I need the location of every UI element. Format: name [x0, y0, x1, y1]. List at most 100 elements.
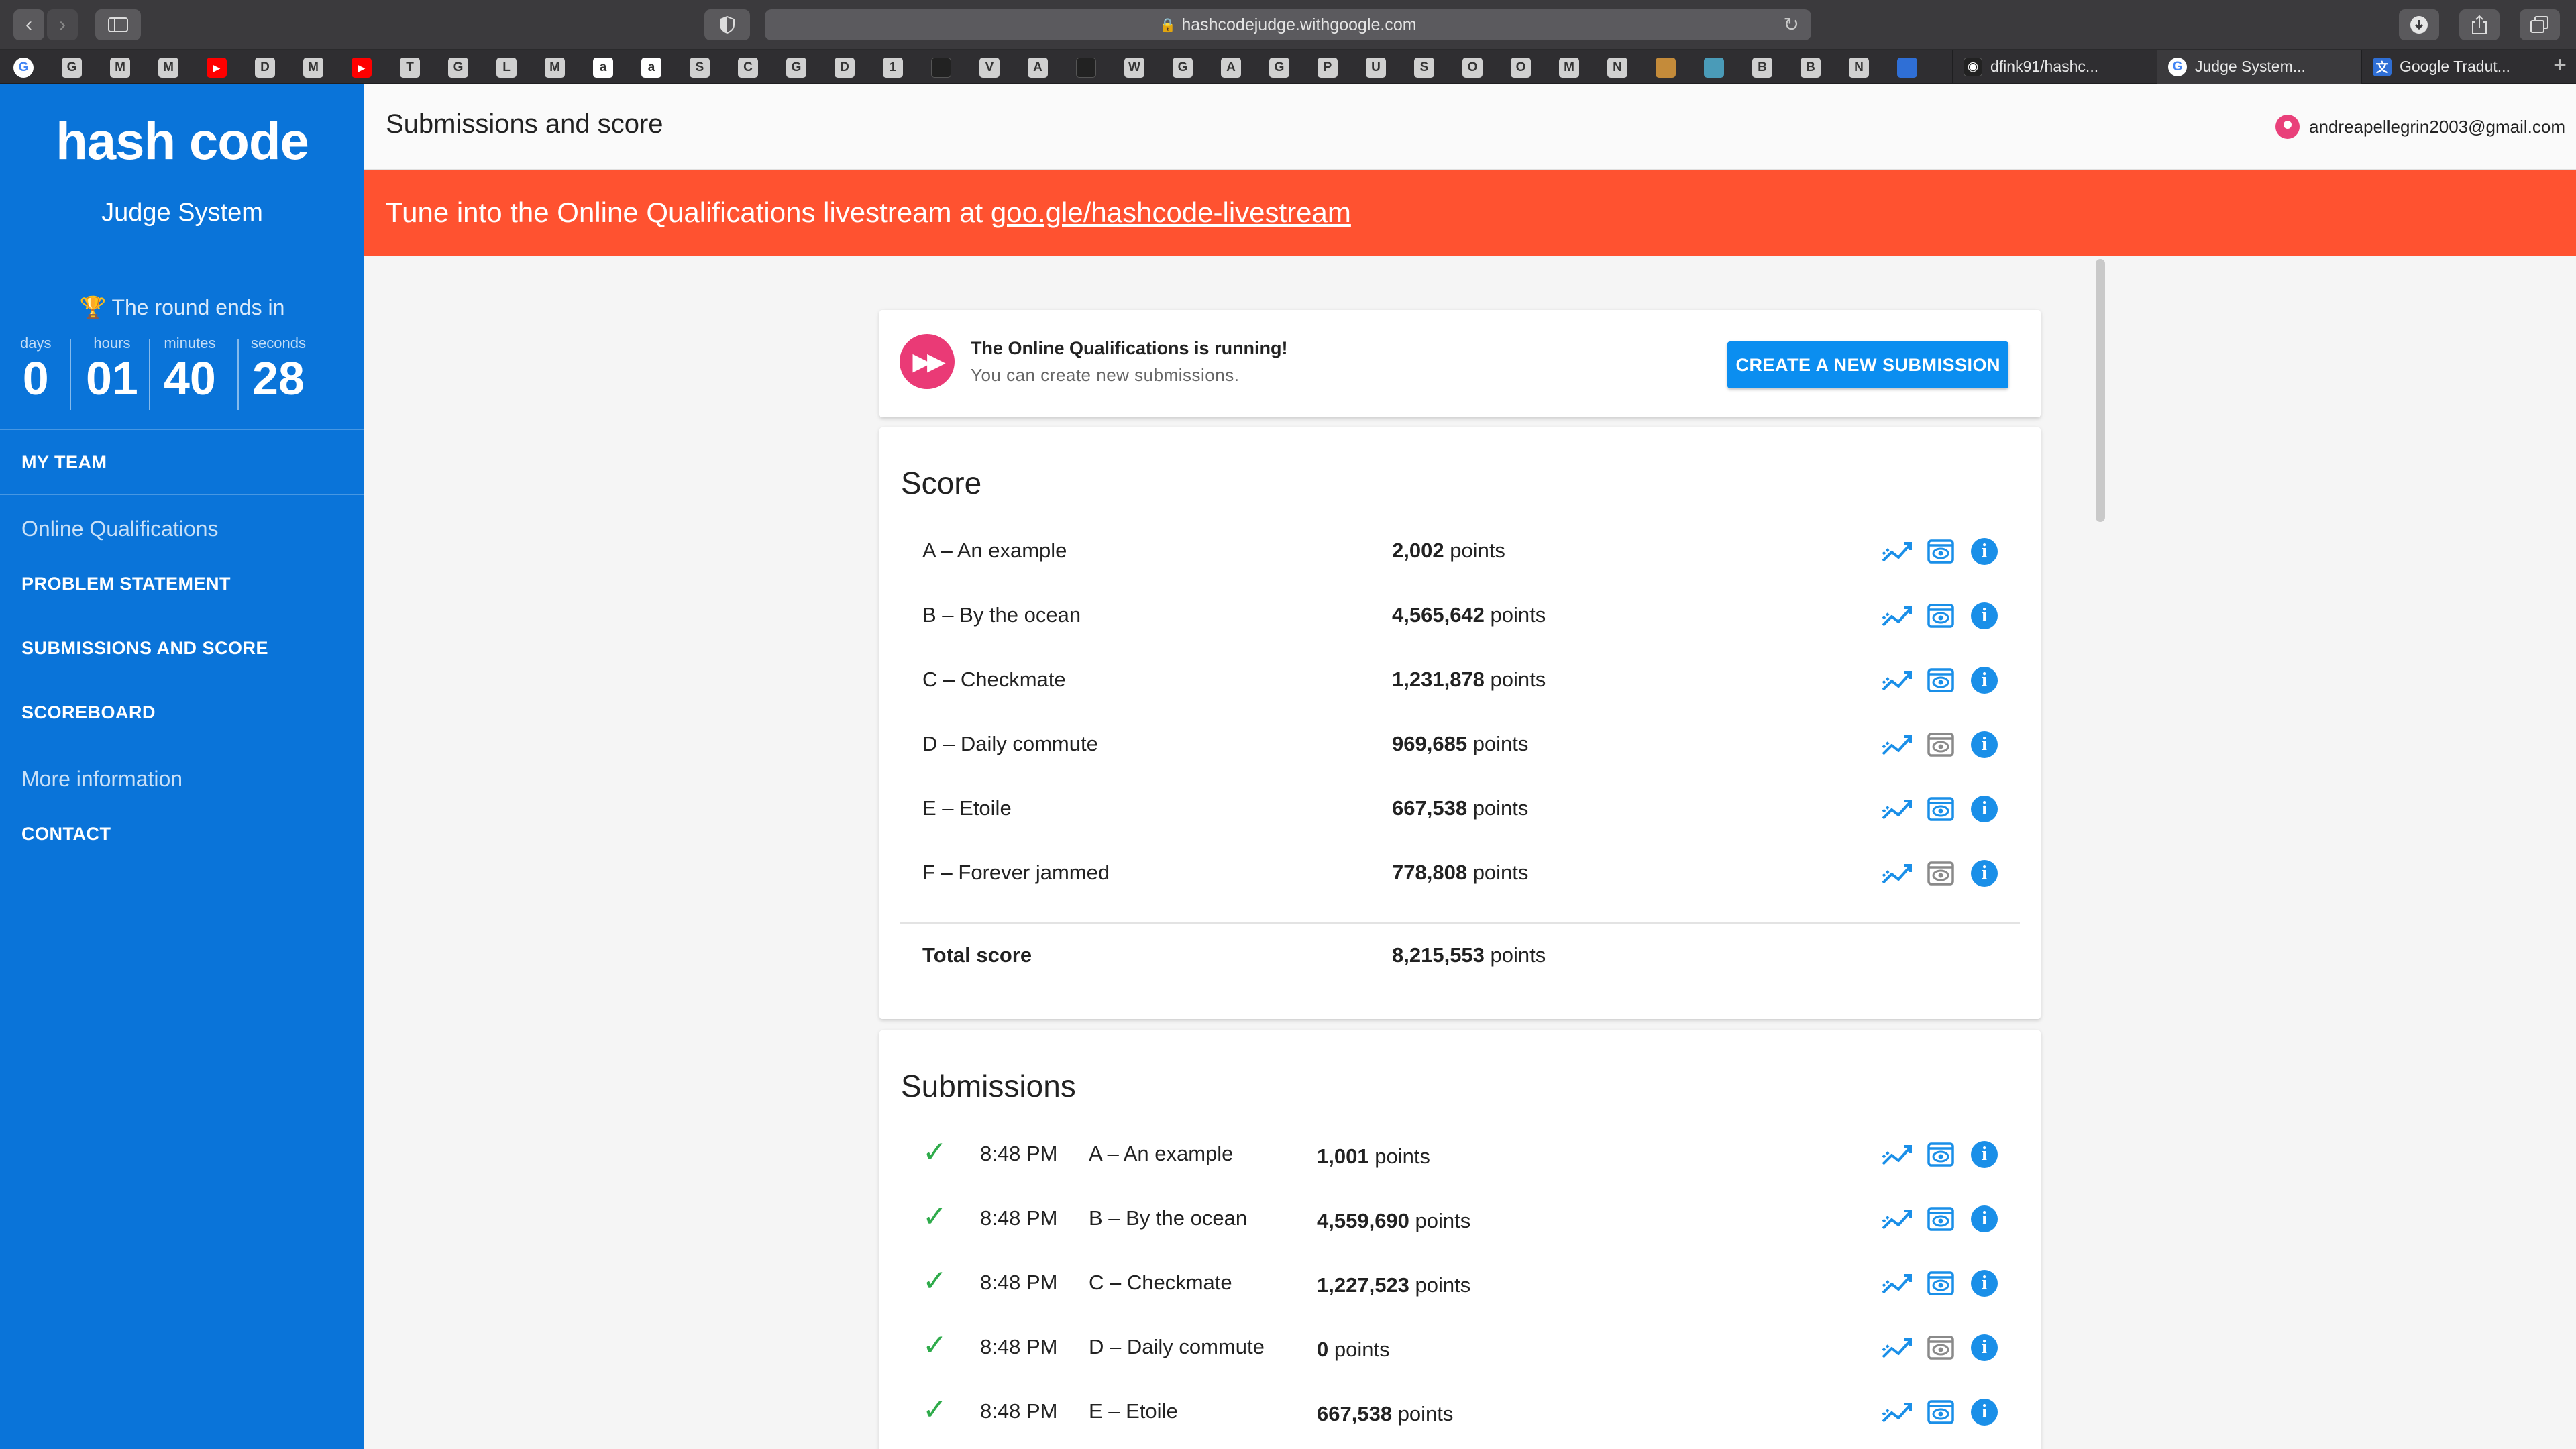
bookmark-icon[interactable]: N — [1849, 58, 1869, 78]
chart-trend-icon[interactable] — [1880, 1139, 1913, 1170]
bookmark-icon[interactable]: S — [1414, 58, 1434, 78]
scrollbar[interactable] — [2096, 259, 2105, 522]
bookmark-icon[interactable]: M — [545, 58, 565, 78]
bookmark-icon[interactable]: B — [1752, 58, 1772, 78]
bookmark-icon[interactable]: L — [496, 58, 517, 78]
chart-trend-icon[interactable] — [1880, 1203, 1913, 1234]
chart-trend-icon[interactable] — [1880, 600, 1913, 631]
bookmark-icon[interactable]: P — [1318, 58, 1338, 78]
bookmark-icon[interactable]: D — [835, 58, 855, 78]
chart-trend-icon[interactable] — [1880, 665, 1913, 696]
bookmark-icon[interactable]: a — [641, 58, 661, 78]
livestream-link[interactable]: goo.gle/hashcode-livestream — [991, 197, 1351, 228]
info-icon[interactable]: i — [1971, 1270, 1998, 1297]
github-icon: ◉ — [1964, 57, 1982, 76]
sidebar-item-my-team[interactable]: MY TEAM — [0, 430, 364, 494]
bookmark-icon[interactable]: G — [1269, 58, 1289, 78]
bookmark-icon[interactable]: a — [593, 58, 613, 78]
sidebar-item-submissions-and-score[interactable]: SUBMISSIONS AND SCORE — [0, 616, 364, 680]
info-icon[interactable]: i — [1971, 731, 1998, 758]
submission-time: 8:48 PM — [980, 1142, 1058, 1165]
info-icon[interactable]: i — [1971, 667, 1998, 694]
new-tab-button[interactable]: + — [2553, 52, 2567, 78]
bookmark-icon[interactable]: M — [158, 58, 178, 78]
tab-github[interactable]: ◉ dfink91/hashc... — [1952, 50, 2157, 84]
bookmark-icon[interactable]: G — [448, 58, 468, 78]
chart-trend-icon[interactable] — [1880, 1268, 1913, 1299]
chart-trend-icon[interactable] — [1880, 729, 1913, 760]
reload-icon[interactable]: ↻ — [1784, 13, 1799, 36]
view-source-icon[interactable] — [1924, 536, 1957, 567]
info-icon[interactable]: i — [1971, 860, 1998, 887]
bookmark-icon[interactable]: C — [738, 58, 758, 78]
bookmark-icon[interactable]: O — [1462, 58, 1483, 78]
info-icon[interactable]: i — [1971, 538, 1998, 565]
back-button[interactable]: ‹ — [13, 9, 44, 40]
sidebar-item-contact[interactable]: CONTACT — [0, 802, 364, 866]
chart-trend-icon[interactable] — [1880, 794, 1913, 824]
privacy-report-button[interactable] — [704, 9, 750, 40]
user-account[interactable]: andreapellegrin2003@gmail.com — [2275, 115, 2565, 139]
bookmark-icon[interactable]: W — [1124, 58, 1144, 78]
bookmark-icon[interactable]: O — [1511, 58, 1531, 78]
bookmark-icon[interactable]: 1 — [883, 58, 903, 78]
bookmark-icon[interactable]: M — [1559, 58, 1579, 78]
info-icon[interactable]: i — [1971, 1399, 1998, 1426]
sidebar-toggle-button[interactable] — [95, 9, 141, 40]
check-icon: ✓ — [922, 1329, 947, 1362]
sidebar-item-scoreboard[interactable]: SCOREBOARD — [0, 680, 364, 745]
bookmark-icon[interactable]: M — [303, 58, 323, 78]
bookmark-icon[interactable]: G — [62, 58, 82, 78]
view-source-icon[interactable] — [1924, 1332, 1957, 1363]
bookmark-icon[interactable]: A — [1221, 58, 1241, 78]
bookmark-icon[interactable]: U — [1366, 58, 1386, 78]
info-icon[interactable]: i — [1971, 1205, 1998, 1232]
bookmark-icon[interactable] — [1897, 58, 1917, 78]
hash-code-logo[interactable]: hash code — [56, 111, 309, 172]
bookmark-icon[interactable] — [1076, 58, 1096, 78]
info-icon[interactable]: i — [1971, 796, 1998, 822]
chart-trend-icon[interactable] — [1880, 1397, 1913, 1428]
chart-trend-icon[interactable] — [1880, 858, 1913, 889]
chart-trend-icon[interactable] — [1880, 1332, 1913, 1363]
view-source-icon[interactable] — [1924, 729, 1957, 760]
view-source-icon[interactable] — [1924, 1139, 1957, 1170]
share-button[interactable] — [2459, 9, 2500, 40]
bookmark-icon[interactable]: G — [786, 58, 806, 78]
bookmark-icon[interactable]: G — [1173, 58, 1193, 78]
view-source-icon[interactable] — [1924, 794, 1957, 824]
sidebar-item-problem-statement[interactable]: PROBLEM STATEMENT — [0, 551, 364, 616]
bookmark-icon[interactable]: ▶ — [207, 58, 227, 78]
view-source-icon[interactable] — [1924, 858, 1957, 889]
bookmark-icon[interactable]: S — [690, 58, 710, 78]
bookmark-icon[interactable]: M — [110, 58, 130, 78]
info-icon[interactable]: i — [1971, 602, 1998, 629]
bookmark-icon[interactable] — [931, 58, 951, 78]
problem-name: A – An example — [1089, 1142, 1234, 1165]
downloads-button[interactable] — [2399, 9, 2439, 40]
bookmark-icon[interactable]: D — [255, 58, 275, 78]
view-source-icon[interactable] — [1924, 600, 1957, 631]
chart-trend-icon[interactable] — [1880, 536, 1913, 567]
bookmark-icon[interactable]: ▶ — [352, 58, 372, 78]
bookmark-icon[interactable]: V — [979, 58, 1000, 78]
info-icon[interactable]: i — [1971, 1141, 1998, 1168]
forward-button[interactable]: › — [47, 9, 78, 40]
view-source-icon[interactable] — [1924, 665, 1957, 696]
bookmark-icon[interactable] — [1656, 58, 1676, 78]
view-source-icon[interactable] — [1924, 1397, 1957, 1428]
tab-google-translate[interactable]: 文 Google Tradut... — [2361, 50, 2549, 84]
bookmark-icon[interactable]: G — [13, 58, 34, 78]
tab-judge-system[interactable]: G Judge System... — [2157, 50, 2361, 84]
bookmark-icon[interactable]: B — [1801, 58, 1821, 78]
view-source-icon[interactable] — [1924, 1268, 1957, 1299]
info-icon[interactable]: i — [1971, 1334, 1998, 1361]
address-bar[interactable]: 🔒 hashcodejudge.withgoogle.com ↻ — [765, 9, 1811, 40]
tab-overview-button[interactable] — [2520, 9, 2560, 40]
bookmark-icon[interactable]: N — [1607, 58, 1627, 78]
view-source-icon[interactable] — [1924, 1203, 1957, 1234]
bookmark-icon[interactable]: A — [1028, 58, 1048, 78]
bookmark-icon[interactable]: T — [400, 58, 420, 78]
bookmark-icon[interactable] — [1704, 58, 1724, 78]
create-submission-button[interactable]: CREATE A NEW SUBMISSION — [1727, 341, 2008, 388]
